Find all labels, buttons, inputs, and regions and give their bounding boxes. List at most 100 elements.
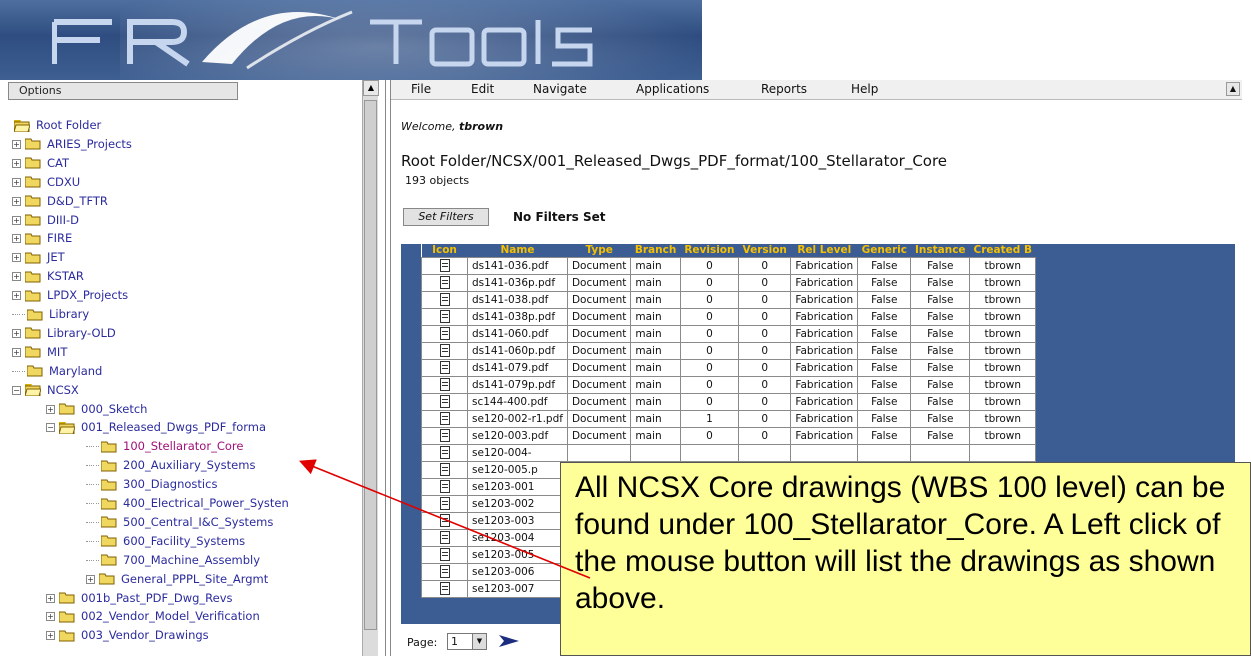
table-row[interactable]: ds141-079p.pdf Document main 0 0 Fabrication F…: [421, 375, 1037, 394]
tree-item[interactable]: +002_Vendor_Model_Verification: [46, 607, 260, 626]
expander-icon[interactable]: +: [12, 291, 21, 301]
table-cell[interactable]: se120-004-: [467, 443, 568, 462]
dropdown-arrow-icon[interactable]: ▼: [472, 634, 486, 649]
column-header[interactable]: Generic: [857, 244, 911, 257]
table-row[interactable]: ds141-079.pdf Document main 0 0 Fabrication Fa…: [421, 358, 1037, 377]
tree-item[interactable]: + General_PPPL_Site_Argmt: [86, 570, 268, 589]
document-icon-cell[interactable]: [421, 443, 468, 462]
document-icon-cell[interactable]: [421, 273, 468, 292]
menu-navigate[interactable]: Navigate: [533, 82, 587, 96]
tree-item[interactable]: + FIRE: [12, 229, 72, 248]
document-icon-cell[interactable]: [421, 511, 468, 530]
expander-icon[interactable]: +: [46, 612, 55, 622]
document-icon-cell[interactable]: [421, 409, 468, 428]
document-icon-cell[interactable]: [421, 579, 468, 598]
expander-icon[interactable]: −: [46, 423, 55, 433]
tree-item[interactable]: 100_Stellarator_Core: [86, 437, 243, 456]
expander-icon[interactable]: +: [46, 593, 55, 603]
tree-item[interactable]: 400_Electrical_Power_Systen: [86, 494, 289, 513]
document-icon-cell[interactable]: [421, 392, 468, 411]
table-cell[interactable]: se1203-006: [467, 562, 568, 581]
menu-reports[interactable]: Reports: [761, 82, 807, 96]
document-icon-cell[interactable]: [421, 562, 468, 581]
tree-item[interactable]: + ARIES_Projects: [12, 135, 132, 154]
table-cell[interactable]: sc144-400.pdf: [467, 392, 568, 411]
table-cell[interactable]: ds141-038.pdf: [467, 290, 568, 309]
expander-icon[interactable]: +: [12, 158, 21, 168]
tree-item[interactable]: Maryland: [12, 362, 102, 381]
document-icon-cell[interactable]: [421, 494, 468, 513]
document-icon-cell[interactable]: [421, 341, 468, 360]
expander-icon[interactable]: +: [12, 215, 21, 225]
table-row[interactable]: se120-004-: [421, 443, 1037, 462]
scroll-up-arrow-icon[interactable]: ▲: [363, 80, 379, 96]
menu-edit[interactable]: Edit: [471, 82, 494, 96]
column-header[interactable]: Type: [567, 244, 631, 257]
table-row[interactable]: sc144-400.pdf Document main 0 0 Fabrication Fa…: [421, 392, 1037, 411]
tree-item[interactable]: + LPDX_Projects: [12, 286, 128, 305]
column-header[interactable]: Created B: [969, 244, 1036, 257]
tree-item[interactable]: Library: [12, 305, 89, 324]
tree-item[interactable]: 600_Facility_Systems: [86, 532, 245, 551]
tree-item[interactable]: + DIII-D: [12, 211, 79, 230]
column-header[interactable]: Version: [738, 244, 791, 257]
tree-item[interactable]: 200_Auxiliary_Systems: [86, 456, 255, 475]
table-cell[interactable]: se1203-004: [467, 528, 568, 547]
table-row[interactable]: se120-003.pdf Document main 0 0 Fabrication Fa…: [421, 426, 1037, 445]
tree-item[interactable]: + KSTAR: [12, 267, 84, 286]
document-icon-cell[interactable]: [421, 307, 468, 326]
table-cell[interactable]: se120-003.pdf: [467, 426, 568, 445]
column-header[interactable]: Branch: [630, 244, 681, 257]
expander-icon[interactable]: +: [46, 631, 55, 641]
panel-scroll-up-icon[interactable]: ▲: [1226, 82, 1240, 96]
table-cell[interactable]: ds141-036p.pdf: [467, 273, 568, 292]
tree-item[interactable]: + CAT: [12, 154, 69, 173]
column-header[interactable]: Icon: [421, 244, 468, 257]
table-cell[interactable]: se1203-005: [467, 545, 568, 564]
tree-item[interactable]: + Library-OLD: [12, 324, 116, 343]
table-cell[interactable]: ds141-079p.pdf: [467, 375, 568, 394]
table-row[interactable]: ds141-036p.pdf Document main 0 0 Fabrication F…: [421, 273, 1037, 292]
document-icon-cell[interactable]: [421, 375, 468, 394]
column-header[interactable]: Rel Level: [790, 244, 858, 257]
table-row[interactable]: ds141-038p.pdf Document main 0 0 Fabrication F…: [421, 307, 1037, 326]
document-icon-cell[interactable]: [421, 290, 468, 309]
document-icon-cell[interactable]: [421, 545, 468, 564]
table-cell[interactable]: ds141-036.pdf: [467, 256, 568, 275]
tree-item[interactable]: + MIT: [12, 343, 67, 362]
tree-item[interactable]: − NCSX: [12, 381, 79, 400]
expander-icon[interactable]: +: [12, 234, 21, 244]
menu-file[interactable]: File: [411, 82, 431, 96]
table-row[interactable]: ds141-038.pdf Document main 0 0 Fabrication Fa…: [421, 290, 1037, 309]
document-icon-cell[interactable]: [421, 460, 468, 479]
expander-icon[interactable]: +: [12, 196, 21, 206]
tree-item[interactable]: Root Folder: [14, 116, 101, 135]
table-cell[interactable]: se1203-007: [467, 579, 568, 598]
table-cell[interactable]: se120-002-r1.pdf: [467, 409, 568, 428]
tree-item[interactable]: +000_Sketch: [46, 400, 147, 419]
tree-item[interactable]: +001b_Past_PDF_Dwg_Revs: [46, 589, 233, 608]
column-header[interactable]: Revision: [680, 244, 739, 257]
set-filters-button[interactable]: Set Filters: [403, 208, 489, 226]
expander-icon[interactable]: +: [12, 347, 21, 357]
menu-help[interactable]: Help: [851, 82, 878, 96]
document-icon-cell[interactable]: [421, 324, 468, 343]
tree-item[interactable]: +003_Vendor_Drawings: [46, 626, 209, 645]
table-cell[interactable]: ds141-079.pdf: [467, 358, 568, 377]
tree-item[interactable]: − 001_Released_Dwgs_PDF_forma: [46, 418, 266, 437]
document-icon-cell[interactable]: [421, 528, 468, 547]
expander-icon[interactable]: +: [12, 272, 21, 282]
expander-icon[interactable]: +: [12, 253, 21, 263]
expander-icon[interactable]: +: [12, 328, 21, 338]
table-row[interactable]: ds141-060.pdf Document main 0 0 Fabrication Fa…: [421, 324, 1037, 343]
table-row[interactable]: ds141-036.pdf Document main 0 0 Fabrication Fa…: [421, 256, 1037, 275]
table-row[interactable]: se120-002-r1.pdf Document main 1 0 Fabricatio…: [421, 409, 1037, 428]
scroll-thumb[interactable]: [364, 100, 377, 630]
options-button[interactable]: Options: [8, 82, 238, 100]
expander-icon[interactable]: +: [86, 574, 95, 584]
table-cell[interactable]: se1203-003: [467, 511, 568, 530]
table-cell[interactable]: ds141-060.pdf: [467, 324, 568, 343]
document-icon-cell[interactable]: [421, 426, 468, 445]
expander-icon[interactable]: −: [12, 385, 21, 395]
tree-item[interactable]: 700_Machine_Assembly: [86, 551, 260, 570]
